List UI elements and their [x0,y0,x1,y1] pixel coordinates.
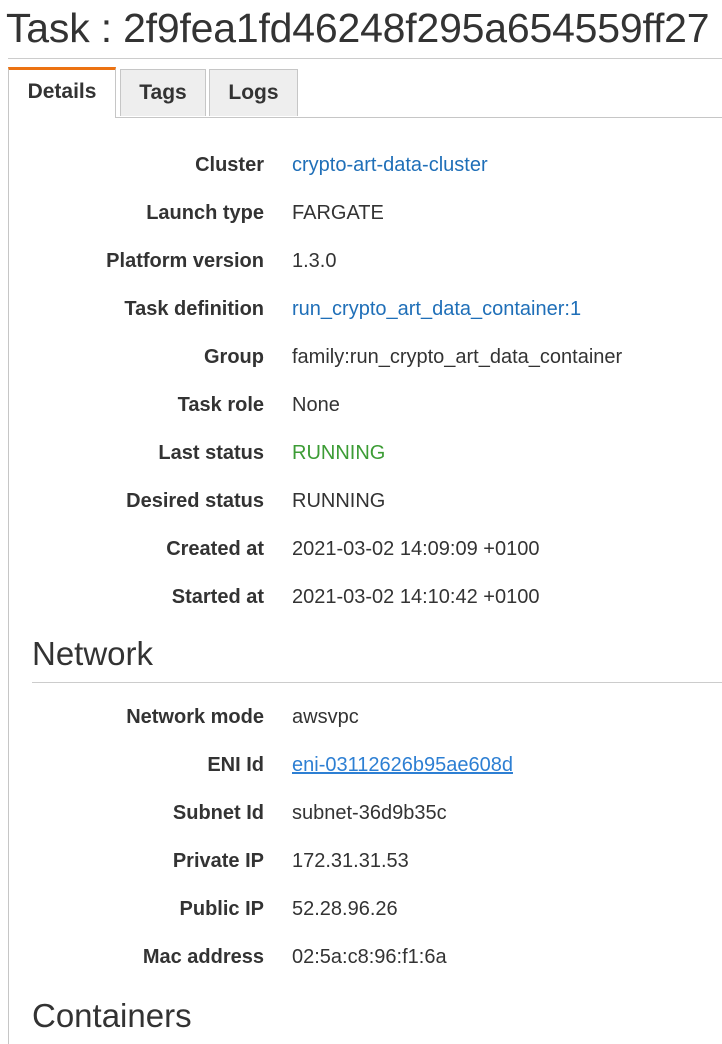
detail-row-task-definition: Task definition run_crypto_art_data_cont… [0,294,722,324]
subnet-id-label: Subnet Id [172,802,264,824]
network-row-eni-id: ENI Id eni-03112626b95ae608d [0,750,722,780]
public-ip-label: Public IP [179,898,264,920]
eni-id-link[interactable]: eni-03112626b95ae608d [292,750,513,780]
tab-details[interactable]: Details [8,67,116,118]
network-divider [32,682,722,683]
containers-heading: Containers [32,997,192,1034]
detail-row-started-at: Started at 2021-03-02 14:10:42 +0100 [0,582,722,612]
private-ip-label: Private IP [172,850,264,872]
detail-row-launch-type: Launch type FARGATE [0,198,722,228]
network-row-public-ip: Public IP 52.28.96.26 [0,894,722,924]
task-definition-link[interactable]: run_crypto_art_data_container:1 [292,294,581,324]
launch-type-value: FARGATE [292,202,384,224]
created-at-label: Created at [166,538,264,560]
last-status-badge: RUNNING [292,442,386,464]
platform-version-label: Platform version [106,250,264,272]
desired-status-value: RUNNING [292,490,386,512]
cluster-label: Cluster [195,154,264,176]
last-status-label: Last status [158,442,264,464]
group-label: Group [204,346,264,368]
mac-address-label: Mac address [142,946,264,968]
tab-tags[interactable]: Tags [120,69,206,116]
network-heading: Network [32,635,154,672]
network-row-private-ip: Private IP 172.31.31.53 [0,846,722,876]
task-role-label: Task role [177,394,264,416]
detail-row-platform-version: Platform version 1.3.0 [0,246,722,276]
tab-logs[interactable]: Logs [209,69,298,116]
group-value: family:run_crypto_art_data_container [292,346,623,368]
platform-version-value: 1.3.0 [292,250,337,272]
task-role-value: None [292,394,340,416]
cluster-link[interactable]: crypto-art-data-cluster [292,150,488,180]
mac-address-value: 02:5a:c8:96:f1:6a [292,946,447,968]
launch-type-label: Launch type [146,202,264,224]
detail-row-task-role: Task role None [0,390,722,420]
eni-id-label: ENI Id [207,754,264,776]
desired-status-label: Desired status [126,490,264,512]
public-ip-value: 52.28.96.26 [292,898,398,920]
subnet-id-value: subnet-36d9b35c [292,802,447,824]
network-mode-value: awsvpc [292,706,359,728]
started-at-value: 2021-03-02 14:10:42 +0100 [292,586,540,608]
task-definition-label: Task definition [124,298,264,320]
detail-row-group: Group family:run_crypto_art_data_contain… [0,342,722,372]
detail-row-last-status: Last status RUNNING [0,438,722,468]
started-at-label: Started at [171,586,264,608]
title-divider [8,58,722,59]
network-row-mode: Network mode awsvpc [0,702,722,732]
detail-row-created-at: Created at 2021-03-02 14:09:09 +0100 [0,534,722,564]
tab-bar: Details Tags Logs [8,67,722,118]
created-at-value: 2021-03-02 14:09:09 +0100 [292,538,540,560]
network-mode-label: Network mode [126,706,264,728]
task-details-page: Task : 2f9fea1fd46248f295a654559ff27 Det… [0,0,722,1044]
private-ip-value: 172.31.31.53 [292,850,409,872]
detail-row-desired-status: Desired status RUNNING [0,486,722,516]
page-title: Task : 2f9fea1fd46248f295a654559ff27 [6,5,710,51]
network-row-subnet-id: Subnet Id subnet-36d9b35c [0,798,722,828]
network-row-mac-address: Mac address 02:5a:c8:96:f1:6a [0,942,722,972]
detail-row-cluster: Cluster crypto-art-data-cluster [0,150,722,180]
